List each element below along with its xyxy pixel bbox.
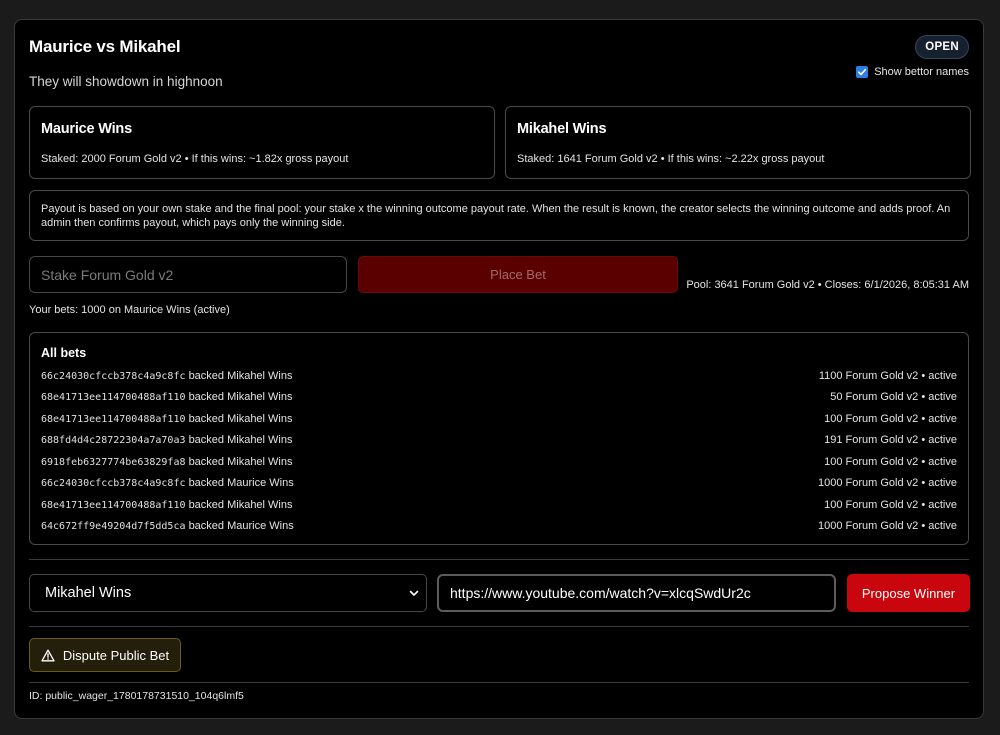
wager-id: ID: public_wager_1780178731510_104q6lmf5 — [29, 690, 244, 702]
bet-amount: 191 Forum Gold v2 • active — [824, 434, 957, 446]
bettor-id: 66c24030cfccb378c4a9c8fc — [41, 371, 186, 382]
propose-winner-button[interactable]: Propose Winner — [847, 574, 970, 612]
bet-action: backed Mikahel Wins — [188, 391, 293, 403]
outcome-name: Mikahel Wins — [517, 121, 607, 137]
stake-input[interactable] — [29, 256, 347, 293]
bet-amount: 1100 Forum Gold v2 • active — [818, 370, 957, 382]
bet-action: backed Mikahel Wins — [188, 499, 293, 511]
show-bettor-names-checkbox[interactable] — [856, 66, 869, 78]
bet-amount: 100 Forum Gold v2 • active — [824, 456, 957, 468]
outcome-stats: Staked: 2000 Forum Gold v2 • If this win… — [41, 153, 349, 165]
bet-amount: 1000 Forum Gold v2 • active — [818, 520, 957, 532]
dispute-label: Dispute Public Bet — [62, 647, 170, 663]
table-row: 68e41713ee114700488af110 backed Mikahel … — [41, 389, 957, 405]
bettor-id: 68e41713ee114700488af110 — [41, 392, 186, 403]
table-row: 68e41713ee114700488af110 backed Mikahel … — [41, 411, 957, 427]
your-bets-summary: Your bets: 1000 on Maurice Wins (active) — [29, 304, 230, 316]
chevron-down-icon — [409, 590, 419, 596]
table-row: 6918feb6327774be63829fa8 backed Mikahel … — [41, 454, 957, 470]
bet-action: backed Mikahel Wins — [188, 370, 293, 382]
winner-outcome-select[interactable]: Mikahel Wins — [29, 574, 427, 612]
outcome-stats: Staked: 1641 Forum Gold v2 • If this win… — [517, 153, 825, 165]
wager-title: Maurice vs Mikahel — [29, 37, 181, 56]
all-bets-panel: All bets 66c24030cfccb378c4a9c8fc backed… — [29, 332, 969, 545]
bettor-id: 6918feb6327774be63829fa8 — [41, 457, 186, 468]
proof-url-input[interactable] — [437, 574, 836, 612]
outcome-name: Maurice Wins — [41, 121, 132, 137]
bet-action: backed Mikahel Wins — [188, 456, 293, 468]
wager-description: They will showdown in highnoon — [29, 74, 223, 89]
winner-select-value: Mikahel Wins — [45, 585, 132, 601]
table-row: 688fd4d4c28722304a7a70a3 backed Mikahel … — [41, 432, 957, 448]
bet-action: backed Mikahel Wins — [188, 434, 293, 446]
bettor-id: 68e41713ee114700488af110 — [41, 500, 186, 511]
bet-amount: 50 Forum Gold v2 • active — [830, 391, 957, 403]
all-bets-title: All bets — [41, 346, 87, 360]
bet-action: backed Maurice Wins — [188, 477, 294, 489]
bettor-id: 68e41713ee114700488af110 — [41, 414, 186, 425]
warning-triangle-icon — [41, 649, 55, 661]
divider — [29, 626, 969, 627]
dispute-public-bet-button[interactable]: Dispute Public Bet — [29, 638, 181, 672]
table-row: 66c24030cfccb378c4a9c8fc backed Mikahel … — [41, 368, 957, 384]
bettor-id: 64c672ff9e49204d7f5dd5ca — [41, 521, 186, 532]
bet-action: backed Mikahel Wins — [188, 413, 293, 425]
wager-card: Maurice vs Mikahel They will showdown in… — [14, 19, 984, 719]
bet-amount: 1000 Forum Gold v2 • active — [818, 477, 957, 489]
bettor-id: 66c24030cfccb378c4a9c8fc — [41, 478, 186, 489]
bet-action: backed Maurice Wins — [188, 520, 294, 532]
table-row: 68e41713ee114700488af110 backed Mikahel … — [41, 497, 957, 513]
divider — [29, 559, 969, 560]
place-bet-button[interactable]: Place Bet — [358, 256, 678, 293]
outcome-card-maurice: Maurice Wins Staked: 2000 Forum Gold v2 … — [29, 106, 495, 179]
payout-info-text: Payout is based on your own stake and th… — [41, 203, 951, 229]
show-bettor-names-label: Show bettor names — [874, 66, 969, 78]
bettor-id: 688fd4d4c28722304a7a70a3 — [41, 435, 186, 446]
table-row: 64c672ff9e49204d7f5dd5ca backed Maurice … — [41, 518, 957, 534]
bet-amount: 100 Forum Gold v2 • active — [824, 499, 957, 511]
check-icon — [858, 68, 867, 76]
outcome-card-mikahel: Mikahel Wins Staked: 1641 Forum Gold v2 … — [505, 106, 971, 179]
payout-info-box: Payout is based on your own stake and th… — [29, 190, 969, 241]
bet-amount: 100 Forum Gold v2 • active — [824, 413, 957, 425]
table-row: 66c24030cfccb378c4a9c8fc backed Maurice … — [41, 475, 957, 491]
status-badge: OPEN — [915, 35, 969, 59]
show-bettor-names-toggle[interactable]: Show bettor names — [856, 66, 969, 78]
pool-info: Pool: 3641 Forum Gold v2 • Closes: 6/1/2… — [686, 279, 969, 291]
divider — [29, 682, 969, 683]
